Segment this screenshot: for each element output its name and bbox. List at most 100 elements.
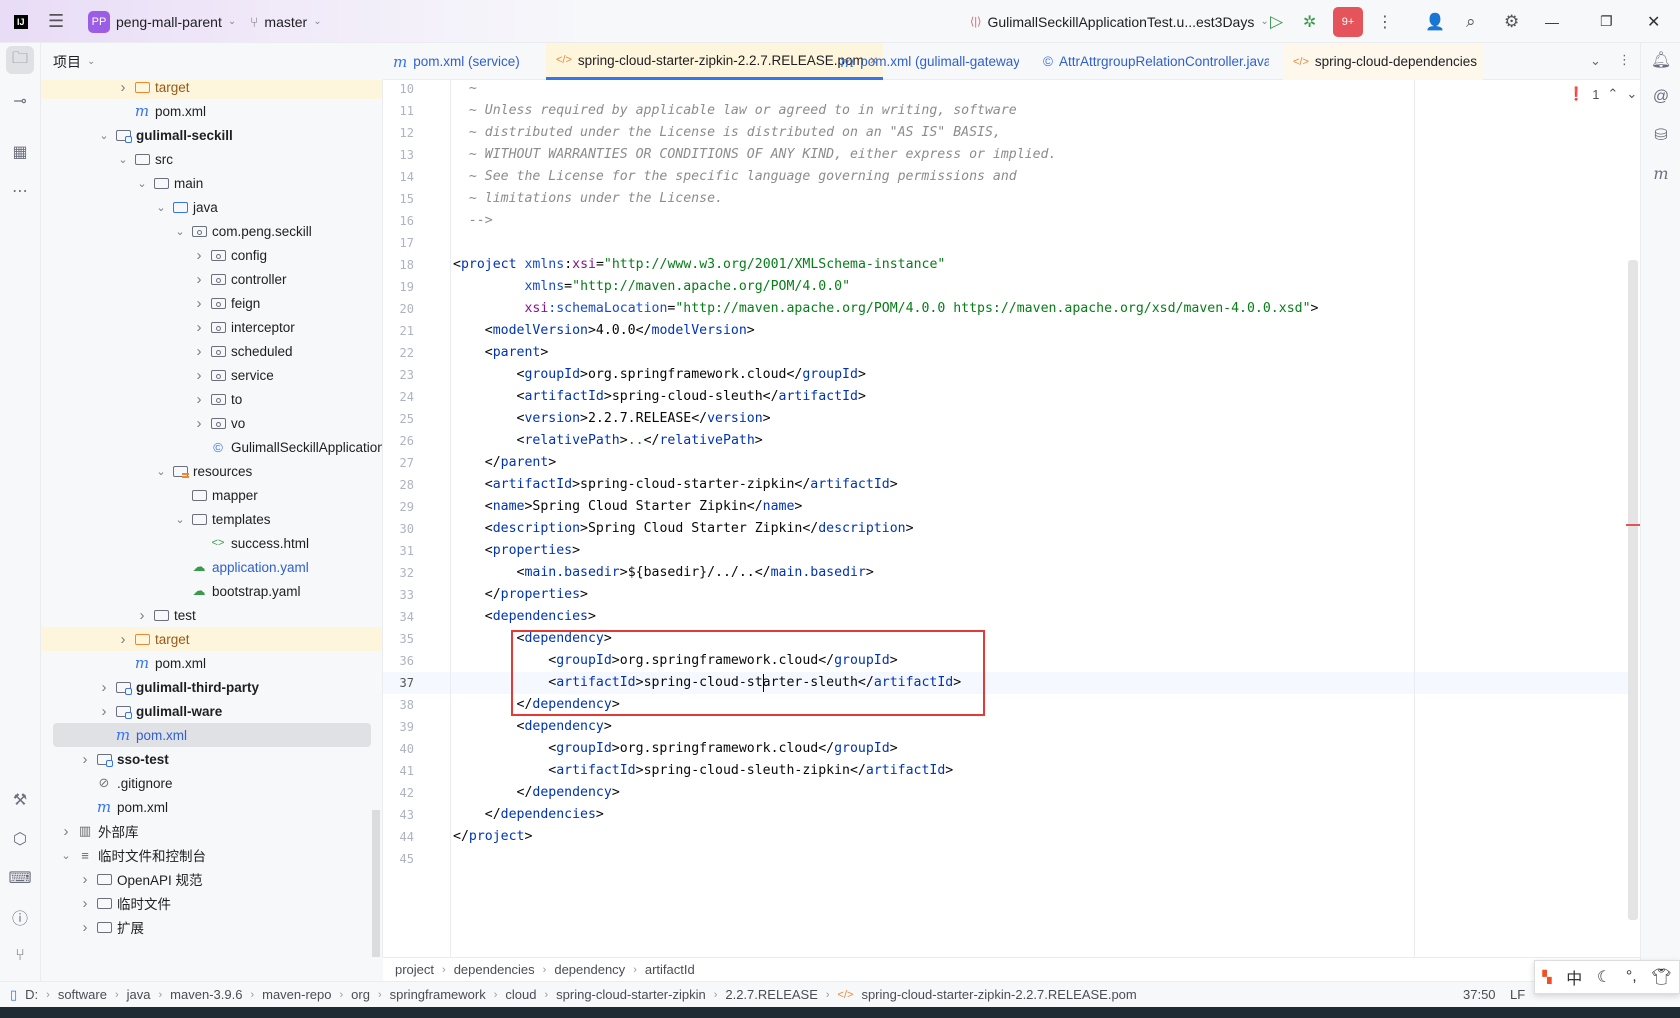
chevron-right-icon[interactable]: › [79,871,91,888]
path-segment[interactable]: cloud [505,987,536,1002]
code-line[interactable]: <version>2.2.7.RELEASE</version> [453,408,771,430]
chevron-right-icon[interactable]: › [193,319,205,336]
structure-icon[interactable]: ▦ [6,138,34,166]
code-line[interactable]: <properties> [453,540,580,562]
code-line[interactable]: </project> [453,826,532,848]
chevron-right-icon[interactable]: › [193,343,205,360]
code-line[interactable]: --> [453,210,493,232]
tree-item[interactable]: ⌄ java [41,195,382,219]
line-separator[interactable]: LF [1510,987,1525,1002]
chevron-right-icon[interactable]: › [117,631,129,648]
code-line[interactable]: <parent> [453,342,549,364]
restore-button[interactable]: ❐ [1600,0,1613,43]
more-tools-icon[interactable]: ⋯ [6,177,34,205]
code-line[interactable]: <artifactId>spring-cloud-starter-zipkin<… [453,474,898,496]
project-switcher[interactable]: PP peng-mall-parent ⌄ [88,0,236,43]
tree-item[interactable]: › OpenAPI 规范 [41,867,382,891]
tree-item[interactable]: › 扩展 [41,915,382,939]
code-line[interactable]: xmlns="http://maven.apache.org/POM/4.0.0… [453,276,850,298]
code-line[interactable]: ~ See the License for the specific langu… [453,166,1017,188]
breadcrumb-item[interactable]: artifactId [645,962,695,977]
search-icon[interactable]: ⌕ [1466,0,1476,43]
build-hammer-icon[interactable]: ⚒ [6,786,34,814]
chevron-down-icon[interactable]: ⌄ [155,465,167,478]
tree-item[interactable]: ⌄ src [41,147,382,171]
tree-item[interactable]: ⌄ ≡ 临时文件和控制台 [41,843,382,867]
chevron-right-icon[interactable]: › [79,751,91,768]
chevron-right-icon[interactable]: › [117,80,129,96]
chevron-right-icon[interactable]: › [79,895,91,912]
notifications-bell-icon[interactable]: 🔔︎ [1647,46,1675,74]
code-line[interactable]: <artifactId>spring-cloud-sleuth</artifac… [453,386,866,408]
branch-switcher[interactable]: ⑂ master ⌄ [250,0,322,43]
inspection-widget[interactable]: ❗ 1 ⌃ ⌄ [1568,86,1637,102]
tree-item[interactable]: <> success.html [41,531,382,555]
code-line[interactable]: <description>Spring Cloud Starter Zipkin… [453,518,914,540]
code-line[interactable]: ~ limitations under the License. [453,188,723,210]
tree-item[interactable]: › sso-test [41,747,382,771]
problems-icon[interactable]: ⓘ [6,903,34,931]
path-segment[interactable]: org [351,987,370,1002]
tree-item[interactable]: › scheduled [41,339,382,363]
tree-item[interactable]: ⌄ com.peng.seckill [41,219,382,243]
tree-item[interactable]: m pom.xml [41,651,382,675]
tree-item[interactable]: m pom.xml [41,795,382,819]
tab-1[interactable]: m pom.xml (service) [383,43,520,80]
code-line[interactable]: <project xmlns:xsi="http://www.w3.org/20… [453,254,945,276]
code-line[interactable]: ~ WITHOUT WARRANTIES OR CONDITIONS OF AN… [453,144,1057,166]
chevron-right-icon[interactable]: › [136,607,148,624]
tree-item[interactable]: ☁ bootstrap.yaml [41,579,382,603]
code-line[interactable]: <dependency> [453,716,612,738]
tree-item[interactable]: › interceptor [41,315,382,339]
debug-icon[interactable]: ✲ [1303,0,1316,43]
chevron-right-icon[interactable]: › [193,271,205,288]
skin-shirt-icon[interactable]: 👕︎ [1651,967,1671,987]
tree-item[interactable]: © GulimallSeckillApplication [41,435,382,459]
code-line[interactable]: ~ [453,78,477,100]
tree-item[interactable]: › vo [41,411,382,435]
code-line[interactable]: ~ Unless required by applicable law or a… [453,100,1017,122]
tree-item[interactable]: m pom.xml [41,723,382,747]
ime-mode[interactable]: 中 [1566,965,1582,989]
chevron-right-icon[interactable]: › [193,415,205,432]
services-icon[interactable]: ⬡ [6,825,34,853]
chevron-down-icon[interactable]: ⌄ [60,849,72,862]
path-segment[interactable]: 2.2.7.RELEASE [725,987,818,1002]
code-line[interactable]: </properties> [453,584,588,606]
tree-item[interactable]: m pom.xml [41,99,382,123]
code-line[interactable]: </dependencies> [453,804,604,826]
tree-item[interactable]: mapper [41,483,382,507]
chevron-down-icon[interactable]: ⌄ [155,201,167,214]
code-line[interactable]: <relativePath>..</relativePath> [453,430,763,452]
database-icon[interactable]: ⛁ [1647,121,1675,149]
project-panel-header[interactable]: 项目 ⌄ [41,43,383,80]
path-segment[interactable]: software [58,987,107,1002]
next-problem-icon[interactable]: ⌄ [1626,86,1637,102]
tree-item[interactable]: › target [41,627,382,651]
path-segment[interactable]: springframework [390,987,486,1002]
run-icon[interactable]: ▷ [1270,0,1283,43]
chevron-right-icon[interactable]: › [98,679,110,696]
error-stripe-marker[interactable] [1626,524,1640,526]
code-line[interactable]: <name>Spring Cloud Starter Zipkin</name> [453,496,803,518]
commit-icon[interactable]: ⊸ [6,87,34,115]
path-segment[interactable]: spring-cloud-starter-zipkin [556,987,706,1002]
path-segment[interactable]: maven-repo [262,987,331,1002]
chevron-right-icon[interactable]: › [60,823,72,840]
tree-item[interactable]: ⌄ gulimall-seckill [41,123,382,147]
code-line[interactable]: </dependency> [453,782,620,804]
tree-item[interactable]: › feign [41,291,382,315]
breadcrumb-item[interactable]: dependency [554,962,625,977]
main-menu-icon[interactable]: ☰ [48,0,64,43]
chevron-down-icon[interactable]: ⌄ [174,225,186,238]
tree-item[interactable]: › controller [41,267,382,291]
tree-item[interactable]: ☁ application.yaml [41,555,382,579]
chevron-right-icon[interactable]: › [98,703,110,720]
breadcrumb-item[interactable]: dependencies [454,962,535,977]
add-user-icon[interactable]: 👤 [1425,0,1445,43]
chevron-right-icon[interactable]: › [193,367,205,384]
code-line[interactable]: <artifactId>spring-cloud-sleuth-zipkin</… [453,760,953,782]
tree-item[interactable]: ⌄ main [41,171,382,195]
tree-item[interactable]: ⊘ .gitignore [41,771,382,795]
chevron-right-icon[interactable]: › [193,247,205,264]
